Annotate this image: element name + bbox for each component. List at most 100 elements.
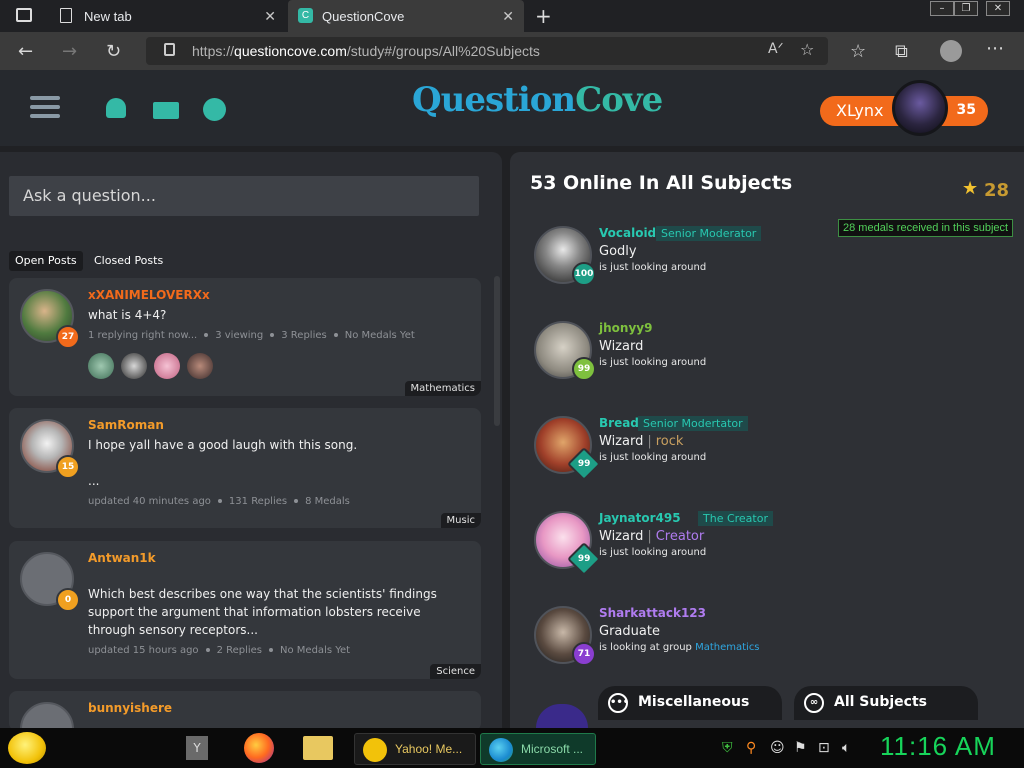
site-header: QuestionCove XLynx 35	[0, 70, 1024, 146]
post-text-ellipsis: ...	[88, 474, 100, 488]
minimize-button[interactable]: –	[930, 1, 954, 16]
post-text[interactable]: what is 4+4?	[88, 306, 438, 324]
subject-tag[interactable]: Mathematics	[404, 381, 481, 396]
post-meta: updated 40 minutes ago 131 Replies 8 Medal…	[88, 496, 350, 507]
tab-questioncove[interactable]: C QuestionCove ✕	[288, 0, 524, 32]
level-badge: 15	[56, 455, 80, 479]
refresh-icon[interactable]: ↻	[106, 41, 121, 62]
new-tab-button[interactable]: +	[535, 4, 552, 28]
post-author[interactable]: xXANIMELOVERXx	[88, 288, 210, 302]
shield-icon[interactable]: ⛨	[722, 740, 733, 756]
group-link[interactable]: Mathematics	[695, 642, 759, 653]
online-panel: 53 Online In All Subjects ★ 28 100 Vocal…	[510, 152, 1024, 728]
tab-closed-posts[interactable]: Closed Posts	[88, 251, 169, 271]
post-author[interactable]: bunnyishere	[88, 701, 172, 715]
search-icon[interactable]: ⚲	[746, 740, 756, 756]
user-rank: Wizard	[599, 339, 644, 354]
tab-title: QuestionCove	[322, 8, 405, 24]
online-user[interactable]: 99 Jaynator495 The Creator Wizard | Creato…	[534, 511, 974, 581]
username: XLynx	[836, 101, 884, 120]
all-subjects-button[interactable]: ∞ All Subjects	[794, 686, 978, 720]
avatar[interactable]	[536, 704, 588, 728]
notifications-bell-icon[interactable]	[106, 98, 126, 118]
volume-icon[interactable]: 🔈︎	[842, 740, 850, 756]
user-status: is looking at group Mathematics	[599, 642, 760, 653]
lock-icon[interactable]	[164, 43, 175, 56]
post-card[interactable]: 0 Antwan1k Which best describes one way …	[9, 541, 481, 679]
flag-icon[interactable]: ⚑	[794, 740, 807, 756]
collections-icon[interactable]: ⧉	[895, 41, 908, 62]
taskbar-microsoft-edge[interactable]: Microsoft ...	[480, 733, 596, 765]
forward-icon[interactable]: →	[62, 41, 77, 62]
profile-user-icon[interactable]	[203, 98, 226, 121]
posts-scrollbar[interactable]	[494, 276, 500, 426]
online-username[interactable]: Bread	[599, 416, 639, 430]
viewer-avatar[interactable]	[187, 353, 213, 379]
user-rank: Godly	[599, 244, 637, 259]
firefox-icon[interactable]	[244, 733, 274, 763]
page-icon	[60, 8, 72, 23]
network-icon[interactable]: ⊡	[818, 740, 830, 756]
clock[interactable]: 11:16 AM	[880, 731, 996, 762]
yahoo-messenger-icon	[363, 738, 387, 762]
medal-tooltip: 28 medals received in this subject	[838, 219, 1014, 237]
url-text: https://questioncove.com/study#/groups/A…	[192, 43, 540, 59]
medal-count[interactable]: 28	[984, 180, 1009, 201]
viewer-avatar[interactable]	[121, 353, 147, 379]
post-text[interactable]: I hope yall have a good laugh with this …	[88, 436, 438, 454]
profile-icon[interactable]	[940, 40, 962, 62]
tab-actions-icon[interactable]	[16, 8, 32, 22]
user-status: is just looking around	[599, 262, 707, 273]
more-menu-icon[interactable]: ⋯	[986, 38, 1004, 59]
online-user[interactable]: 99 Bread Senior Modertator Wizard | rock i…	[534, 416, 974, 486]
post-author[interactable]: SamRoman	[88, 418, 164, 432]
role-badge: Senior Moderator	[656, 226, 762, 241]
default-avatar[interactable]	[20, 702, 74, 731]
favorites-icon[interactable]: ☆	[850, 41, 866, 62]
close-window-button[interactable]: ✕	[986, 1, 1010, 16]
questioncove-logo[interactable]: QuestionCove	[412, 80, 663, 120]
edge-icon	[489, 738, 513, 762]
address-bar[interactable]: https://questioncove.com/study#/groups/A…	[146, 37, 828, 65]
hamburger-menu-icon[interactable]	[30, 96, 60, 118]
viewer-avatar[interactable]	[154, 353, 180, 379]
back-icon[interactable]: ←	[18, 41, 33, 62]
infinity-icon: ∞	[804, 693, 824, 713]
subject-tag[interactable]: Science	[430, 664, 481, 679]
post-text[interactable]: Which best describes one way that the sc…	[88, 585, 438, 639]
medal-star-icon[interactable]: ★	[962, 178, 978, 199]
online-user[interactable]: 71 Sharkattack123 Graduate is looking at…	[534, 606, 974, 676]
read-aloud-icon[interactable]: Aᐟ	[768, 41, 784, 57]
browser-toolbar: ← → ↻ https://questioncove.com/study#/gr…	[0, 32, 1024, 70]
user-avatar[interactable]	[892, 80, 948, 136]
online-username[interactable]: Sharkattack123	[599, 606, 706, 620]
ask-question-input[interactable]: Ask a question...	[9, 176, 479, 216]
miscellaneous-button[interactable]: ••• Miscellaneous	[598, 686, 782, 720]
online-username[interactable]: Jaynator495	[599, 511, 681, 525]
close-tab-icon[interactable]: ✕	[502, 8, 514, 25]
add-favorite-icon[interactable]: ☆	[800, 40, 814, 59]
user-rank: Wizard | rock	[599, 434, 684, 449]
subject-tag[interactable]: Music	[440, 513, 481, 528]
messages-envelope-icon[interactable]	[153, 102, 179, 119]
yahoo-y-icon[interactable]: Y	[186, 736, 208, 760]
smiley-start-icon[interactable]	[8, 732, 46, 764]
level-badge: 99	[572, 357, 596, 381]
post-card[interactable]: 15 SamRoman I hope yall have a good laug…	[9, 408, 481, 528]
online-user[interactable]: 99 jhonyy9 Wizard is just looking around	[534, 321, 974, 391]
questioncove-favicon-icon: C	[298, 8, 313, 23]
post-card[interactable]: bunnyishere	[9, 691, 481, 731]
viewer-avatar[interactable]	[88, 353, 114, 379]
post-author[interactable]: Antwan1k	[88, 551, 156, 565]
post-card[interactable]: 27 xXANIMELOVERXx what is 4+4? 1 replyin…	[9, 278, 481, 396]
folder-icon[interactable]	[303, 736, 333, 760]
online-title: 53 Online In All Subjects	[530, 172, 793, 194]
restore-button[interactable]: ❐	[954, 1, 978, 16]
tab-new-tab[interactable]: New tab ✕	[50, 0, 286, 32]
close-tab-icon[interactable]: ✕	[264, 8, 276, 25]
online-username[interactable]: Vocaloid	[599, 226, 656, 240]
smiley-tray-icon[interactable]: ☺	[770, 740, 785, 756]
online-username[interactable]: jhonyy9	[599, 321, 652, 335]
taskbar-yahoo-messenger[interactable]: Yahoo! Me...	[354, 733, 476, 765]
tab-open-posts[interactable]: Open Posts	[9, 251, 83, 271]
